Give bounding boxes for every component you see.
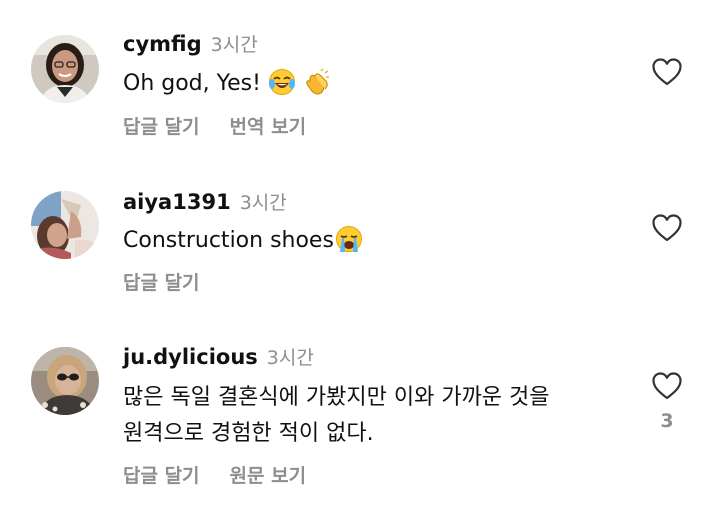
heart-icon [652, 214, 682, 242]
avatar[interactable] [31, 191, 99, 259]
avatar-photo [31, 347, 99, 415]
loudly-crying-face-icon [334, 225, 364, 265]
comment-actions: 답글 달기 [123, 268, 200, 295]
comment-text: Oh god, Yes! [123, 66, 331, 108]
reply-button[interactable]: 답글 달기 [123, 268, 200, 295]
comment-text-line: 원격으로 경험한 적이 없다. [123, 421, 374, 446]
face-with-tears-of-joy-icon [268, 68, 296, 108]
reply-button[interactable]: 답글 달기 [123, 461, 200, 488]
username[interactable]: ju.dylicious [123, 345, 258, 369]
heart-icon [652, 372, 682, 400]
avatar[interactable] [31, 35, 99, 103]
comment-actions: 답글 달기 원문 보기 [123, 461, 306, 488]
like-count: 3 [660, 410, 674, 432]
see-original-button[interactable]: 원문 보기 [230, 461, 307, 488]
username[interactable]: cymfig [123, 32, 202, 56]
avatar-photo [31, 191, 99, 259]
comment-header: ju.dylicious 3시간 [123, 343, 314, 370]
reply-button[interactable]: 답글 달기 [123, 112, 200, 139]
comment-text: 많은 독일 결혼식에 가봤지만 이와 가까운 것을 원격으로 경험한 적이 없다… [123, 380, 550, 452]
timestamp[interactable]: 3시간 [240, 188, 287, 215]
timestamp[interactable]: 3시간 [211, 30, 258, 57]
avatar[interactable] [31, 347, 99, 415]
like-button[interactable] [651, 213, 683, 243]
comment-text-line: 많은 독일 결혼식에 가봤지만 이와 가까운 것을 [123, 385, 550, 410]
username[interactable]: aiya1391 [123, 190, 231, 214]
avatar-photo [31, 35, 99, 103]
like-button[interactable] [651, 371, 683, 401]
comment-text-content: Construction shoes [123, 228, 334, 253]
comment-header: aiya1391 3시간 [123, 188, 287, 215]
comment-text: Construction shoes [123, 223, 364, 265]
comment-header: cymfig 3시간 [123, 30, 258, 57]
comment-actions: 답글 달기 번역 보기 [123, 112, 306, 139]
heart-icon [652, 58, 682, 86]
see-translation-button[interactable]: 번역 보기 [230, 112, 307, 139]
timestamp[interactable]: 3시간 [267, 343, 314, 370]
like-button[interactable] [651, 57, 683, 87]
clapping-hands-icon [303, 68, 331, 108]
comment-text-content: Oh god, Yes! [123, 71, 261, 96]
